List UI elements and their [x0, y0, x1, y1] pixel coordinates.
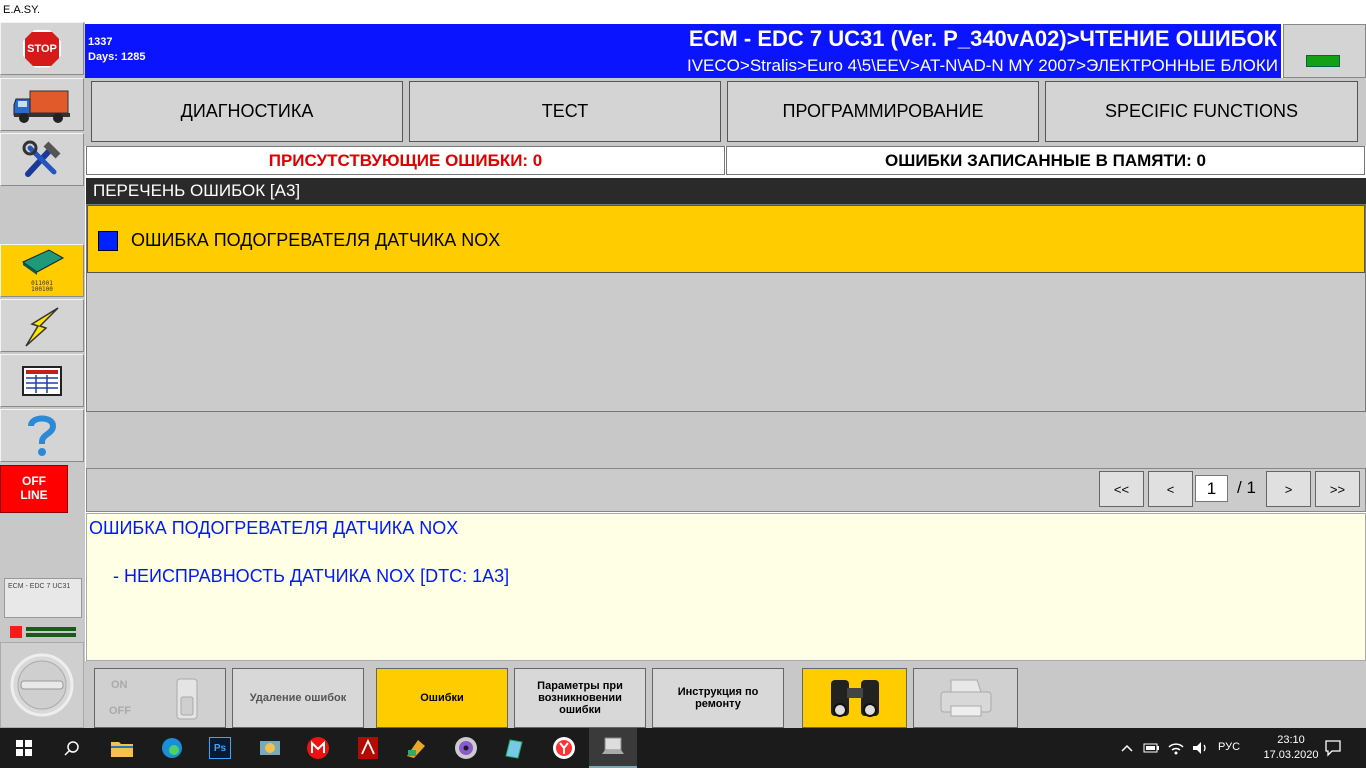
stop-icon: STOP — [23, 29, 61, 68]
printer-icon — [940, 679, 991, 717]
volume-icon[interactable] — [1191, 740, 1209, 756]
offline-indicator: OFF LINE — [0, 465, 68, 513]
taskbar-yandex[interactable] — [540, 728, 588, 768]
prev-page-button[interactable]: < — [1148, 471, 1193, 507]
help-button[interactable] — [0, 409, 84, 462]
fault-detail-panel: ОШИБКА ПОДОГРЕВАТЕЛЯ ДАТЧИКА NOX - НЕИСП… — [86, 513, 1366, 661]
detail-title: ОШИБКА ПОДОГРЕВАТЕЛЯ ДАТЧИКА NOX — [89, 518, 459, 538]
error-parameters-button[interactable]: Параметры при возникновении ошибки — [514, 668, 646, 728]
lightning-icon — [25, 306, 59, 347]
page-title: ECM - EDC 7 UC31 (Ver. P_340vA02)>ЧТЕНИЕ… — [688, 26, 1277, 51]
taskbar-app-diagnostic[interactable] — [392, 728, 440, 768]
fault-list: ОШИБКА ПОДОГРЕВАТЕЛЯ ДАТЧИКА NOX — [86, 204, 1366, 412]
photoshop-icon: Ps — [209, 737, 231, 759]
tools-icon — [22, 140, 61, 177]
breadcrumb: IVECO>Stralis>Euro 4\5\EEV>AT-N\AD-N MY … — [687, 56, 1278, 75]
stop-button[interactable]: STOP — [0, 22, 84, 75]
battery-icon[interactable] — [1143, 741, 1161, 755]
stored-errors-count: ОШИБКИ ЗАПИСАННЫЕ В ПАМЯТИ: 0 — [726, 146, 1365, 175]
language-indicator[interactable]: РУС — [1218, 741, 1240, 753]
print-button[interactable] — [913, 668, 1018, 728]
errors-button[interactable]: Ошибки — [376, 668, 508, 728]
last-page-button[interactable]: >> — [1315, 471, 1360, 507]
taskbar-explorer[interactable] — [98, 728, 146, 768]
taskbar-mail[interactable] — [294, 728, 342, 768]
pdf-reader-icon — [358, 737, 378, 759]
report-button[interactable] — [0, 354, 84, 407]
fault-status-icon — [98, 231, 118, 251]
taskbar-easy-app[interactable] — [589, 728, 637, 768]
chevron-up-icon[interactable] — [1121, 743, 1133, 753]
page-header: 1337 Days: 1285 ECM - EDC 7 UC31 (Ver. P… — [85, 24, 1281, 78]
document-table-icon — [22, 365, 62, 396]
search-taskbar-button[interactable] — [48, 728, 96, 768]
tab-programming[interactable]: ПРОГРАММИРОВАНИЕ — [727, 81, 1039, 142]
delete-errors-button[interactable]: Удаление ошибок — [232, 668, 364, 728]
diagnostic-app-icon — [407, 740, 425, 758]
search-icon — [64, 741, 79, 756]
days-counter: Days: 1285 — [88, 51, 146, 63]
disc-icon — [455, 737, 477, 759]
status-led — [1306, 55, 1340, 67]
detail-line: - НЕИСПРАВНОСТЬ ДАТЧИКА NOX [DTC: 1A3] — [113, 566, 510, 586]
window-title: E.A.SY. — [0, 0, 1366, 22]
clock-time: 23:10 — [1277, 734, 1305, 746]
ignition-stop-switch[interactable] — [0, 642, 84, 728]
laptop-app-icon — [602, 737, 624, 754]
notes-app-icon — [505, 739, 523, 759]
present-errors-count: ПРИСУТСТВУЮЩИЕ ОШИБКИ: 0 — [86, 146, 725, 175]
page-number-input[interactable]: 1 — [1195, 475, 1228, 502]
question-mark-icon — [28, 415, 57, 456]
ecu-icon: 011001 100100 — [19, 248, 65, 293]
clock[interactable]: 23:10 17.03.2020 — [1262, 733, 1320, 763]
search-button[interactable] — [802, 668, 907, 728]
yandex-browser-icon — [553, 737, 575, 759]
tab-test[interactable]: ТЕСТ — [409, 81, 721, 142]
folder-icon — [111, 742, 133, 757]
left-sidebar: STOP 011001 100100 — [0, 22, 85, 728]
ecu-mini-panel: ECM - EDC 7 UC31 — [4, 578, 82, 618]
mail-app-icon — [307, 737, 329, 759]
connection-status-panel — [1283, 24, 1366, 78]
truck-icon — [13, 90, 70, 123]
list-item[interactable]: ОШИБКА ПОДОГРЕВАТЕЛЯ ДАТЧИКА NOX — [87, 205, 1365, 273]
fault-list-header: ПЕРЕЧЕНЬ ОШИБОК [A3] — [86, 178, 1366, 204]
notifications-icon[interactable] — [1324, 739, 1342, 757]
network-app-icon — [260, 741, 280, 755]
ignition-toggle-button[interactable]: ON OFF — [94, 668, 226, 728]
start-button[interactable] — [0, 728, 48, 768]
repair-instructions-button[interactable]: Инструкция по ремонту — [652, 668, 784, 728]
tab-diagnostics[interactable]: ДИАГНОСТИКА — [91, 81, 403, 142]
taskbar-media[interactable] — [442, 728, 490, 768]
session-code: 1337 — [88, 36, 113, 48]
windows-taskbar: Ps — [0, 728, 1366, 768]
first-page-button[interactable]: << — [1099, 471, 1144, 507]
tools-button[interactable] — [0, 133, 84, 186]
switch-icon — [176, 678, 198, 720]
edge-browser-icon — [162, 738, 182, 758]
electrical-button[interactable] — [0, 299, 84, 352]
wifi-icon[interactable] — [1167, 740, 1185, 756]
page-total: / 1 — [1237, 478, 1256, 497]
windows-logo-icon — [16, 740, 32, 756]
taskbar-app-notes[interactable] — [490, 728, 538, 768]
mini-status-bar — [10, 626, 76, 638]
fault-label: ОШИБКА ПОДОГРЕВАТЕЛЯ ДАТЧИКА NOX — [131, 230, 501, 250]
taskbar-photoshop[interactable]: Ps — [196, 728, 244, 768]
taskbar-app-globe[interactable] — [246, 728, 294, 768]
taskbar-edge[interactable] — [148, 728, 196, 768]
binoculars-icon — [830, 680, 879, 717]
vehicle-button[interactable] — [0, 78, 84, 131]
ignition-key-icon — [10, 653, 74, 717]
ecu-button[interactable]: 011001 100100 — [0, 244, 84, 297]
tab-specific-functions[interactable]: SPECIFIC FUNCTIONS — [1045, 81, 1358, 142]
next-page-button[interactable]: > — [1266, 471, 1311, 507]
taskbar-pdf[interactable] — [344, 728, 392, 768]
list-spacer — [86, 412, 1366, 468]
clock-date: 17.03.2020 — [1263, 749, 1319, 761]
